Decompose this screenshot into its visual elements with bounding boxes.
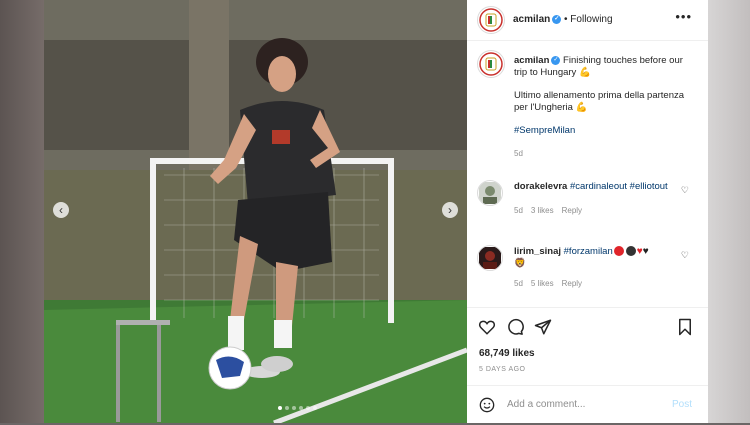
post-date: 5 DAYS AGO [479,366,526,373]
user-avatar-icon [479,182,501,204]
user-avatar-icon [479,247,501,269]
comment-likes[interactable]: 5 likes [531,279,554,288]
comment-meta: 5d 5 likes Reply [514,278,684,290]
post-button[interactable]: Post [672,399,692,410]
avatar[interactable] [477,180,503,206]
bookmark-icon[interactable] [676,318,694,336]
caption-username[interactable]: acmilan [514,55,549,66]
acmilan-logo-icon [479,8,503,32]
avatar[interactable] [477,50,505,78]
black-circle-icon [625,246,636,257]
emoji-icon[interactable] [479,397,495,413]
flexed-biceps-icon: 💪 [578,67,591,78]
heart-icon[interactable] [478,318,496,336]
red-circle-icon [613,246,624,257]
comment-meta: 5d 3 likes Reply [514,205,684,217]
post-actions: 68,749 likes 5 DAYS AGO Add a comment...… [467,307,708,424]
reply-button[interactable]: Reply [562,279,582,288]
comment-body: lirim_sinaj #forzamilan ♥♥ 🦁 5d 5 likes Repl… [514,246,684,290]
comment-time: 5d [514,279,523,288]
follow-status[interactable]: • Following [564,14,613,25]
add-comment-bar: Add a comment... Post [467,385,708,425]
comment-like-heart-icon[interactable]: ♡ [681,185,689,196]
header-username[interactable]: acmilan ✓ [513,14,562,25]
comment-icon[interactable] [506,318,524,336]
share-icon[interactable] [534,318,552,336]
carousel-next-button[interactable]: › [442,202,458,218]
lion-icon: 🦁 [514,258,526,269]
more-options-icon[interactable]: ••• [675,9,692,24]
comment-input[interactable]: Add a comment... [507,399,585,410]
caption-body: acmilan ✓ Finishing touches before our tr… [514,55,694,160]
post-header: acmilan ✓ • Following ••• [467,0,708,41]
flexed-biceps-icon: 💪 [575,102,588,113]
caption-text-it: Ultimo allenamento prima della partenza … [514,90,685,113]
comment-time: 5d [514,206,523,215]
verified-badge-icon: ✓ [551,55,561,65]
comment-likes[interactable]: 3 likes [531,206,554,215]
verified-badge-icon: ✓ [552,14,562,24]
comment-body: dorakelevra #cardinaleout #elliotout 5d 3… [514,181,684,217]
comment-username[interactable]: lirim_sinaj [514,246,561,257]
carousel-dot [278,406,282,410]
background-right [708,0,750,423]
avatar[interactable] [477,245,503,271]
acmilan-logo-icon [479,52,503,76]
comment-username[interactable]: dorakelevra [514,181,567,192]
carousel-dot [285,406,289,410]
carousel-dot [299,406,303,410]
carousel-dot [292,406,296,410]
background-left [0,0,44,423]
comment-like-heart-icon[interactable]: ♡ [681,250,689,261]
reply-button[interactable]: Reply [562,206,582,215]
caption-hashtag[interactable]: #SempreMilan [514,125,575,136]
post-photo[interactable]: ‹ › [44,0,467,423]
carousel-dot [306,406,310,410]
comment-text[interactable]: #forzamilan [564,246,613,257]
carousel-prev-button[interactable]: ‹ [53,202,69,218]
likes-count[interactable]: 68,749 likes [479,348,535,359]
carousel-dot [313,406,317,410]
training-photo [44,0,467,423]
comment-text[interactable]: #cardinaleout #elliotout [570,181,668,192]
carousel-dots [278,406,317,410]
avatar[interactable] [477,6,505,34]
caption-time: 5d [514,149,523,158]
black-heart-icon: ♥ [642,246,649,257]
post-detail-panel: acmilan ✓ • Following ••• acmilan ✓ Finish… [467,0,708,423]
